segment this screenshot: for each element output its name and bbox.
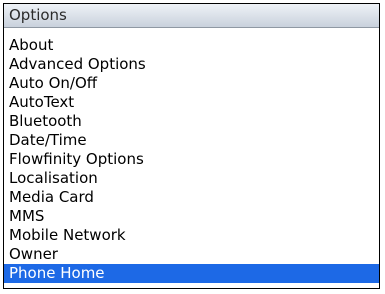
menu-item-mobile-network[interactable]: Mobile Network	[4, 226, 379, 245]
menu-item-owner[interactable]: Owner	[4, 245, 379, 264]
options-frame: Options About Advanced Options Auto On/O…	[3, 3, 380, 289]
options-list: About Advanced Options Auto On/Off AutoT…	[4, 36, 379, 283]
options-screen: Options About Advanced Options Auto On/O…	[0, 0, 385, 294]
menu-item-bluetooth[interactable]: Bluetooth	[4, 112, 379, 131]
page-title: Options	[9, 6, 67, 24]
menu-item-date-time[interactable]: Date/Time	[4, 131, 379, 150]
menu-item-advanced-options[interactable]: Advanced Options	[4, 55, 379, 74]
menu-item-localisation[interactable]: Localisation	[4, 169, 379, 188]
menu-item-autotext[interactable]: AutoText	[4, 93, 379, 112]
title-bar: Options	[4, 4, 379, 28]
menu-item-about[interactable]: About	[4, 36, 379, 55]
menu-item-phone-home[interactable]: Phone Home	[4, 264, 379, 283]
menu-item-flowfinity-options[interactable]: Flowfinity Options	[4, 150, 379, 169]
menu-item-auto-on-off[interactable]: Auto On/Off	[4, 74, 379, 93]
menu-item-media-card[interactable]: Media Card	[4, 188, 379, 207]
menu-item-mms[interactable]: MMS	[4, 207, 379, 226]
